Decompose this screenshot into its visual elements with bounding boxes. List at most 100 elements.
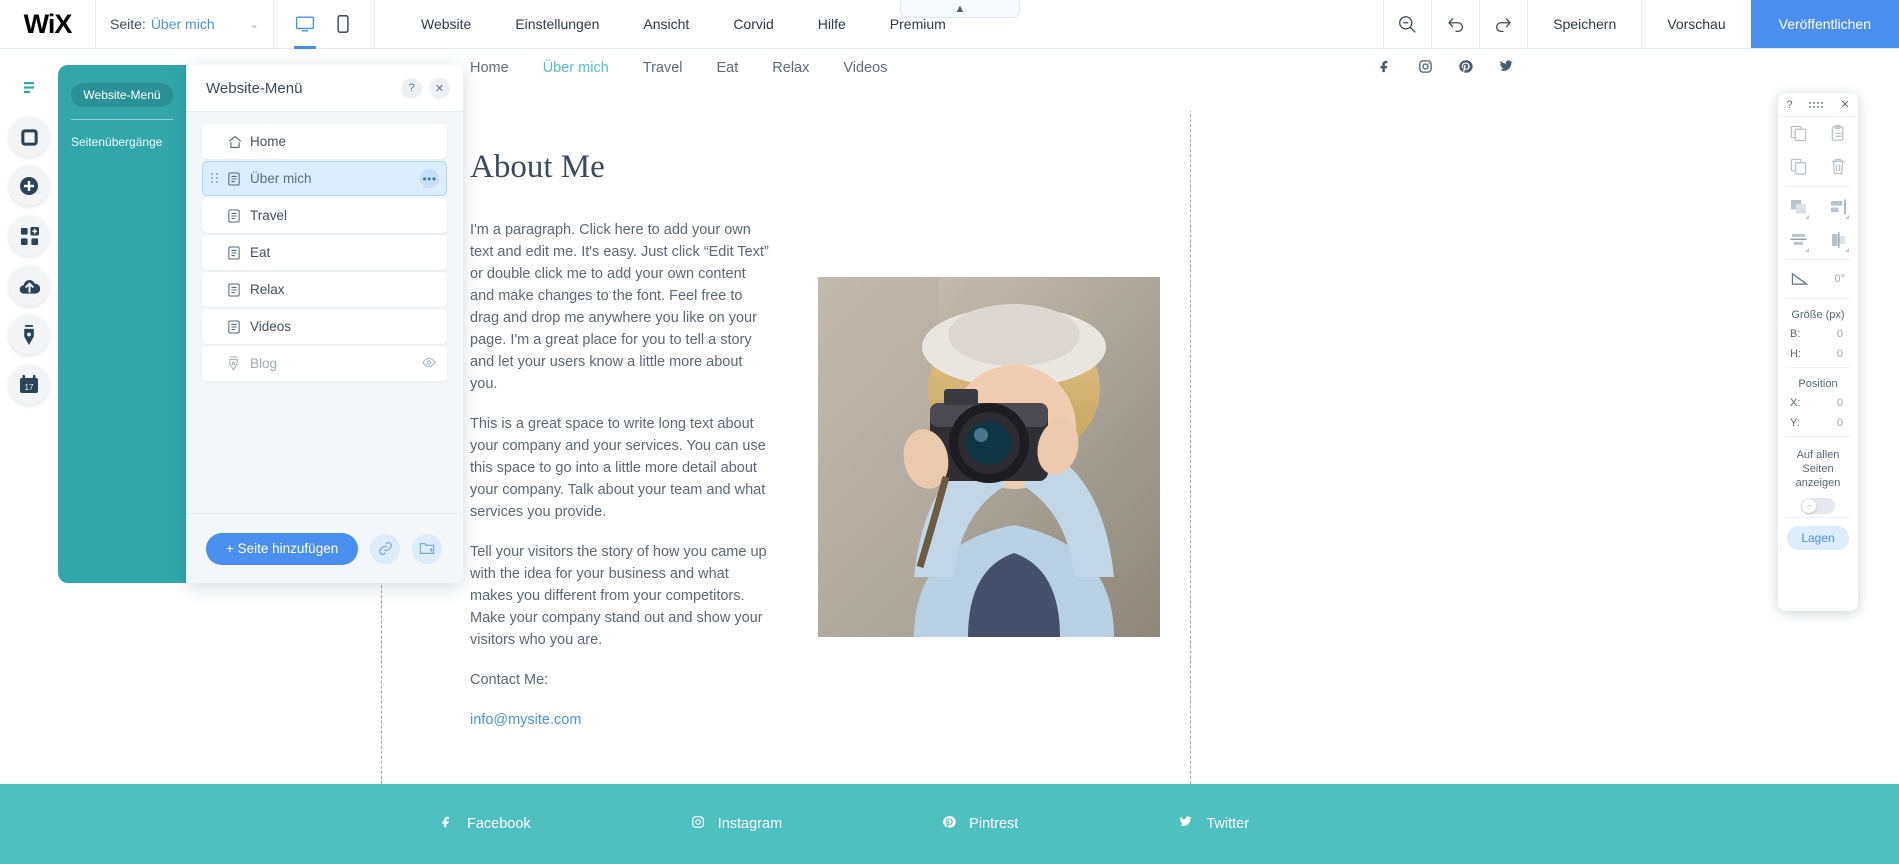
site-nav[interactable]: Home Über mich Travel Eat Relax Videos — [470, 60, 887, 76]
menu-einstellungen[interactable]: Einstellungen — [493, 0, 621, 48]
rail-item-background[interactable] — [9, 117, 49, 157]
twitter-icon[interactable] — [1498, 59, 1514, 77]
help-icon[interactable]: ? — [1786, 99, 1792, 111]
eye-hidden-icon[interactable] — [422, 356, 436, 371]
size-height-field[interactable]: H: 0 — [1778, 344, 1858, 364]
device-switcher[interactable] — [274, 0, 375, 49]
page-icon — [228, 171, 250, 186]
instagram-icon[interactable] — [1418, 59, 1433, 77]
site-nav-home[interactable]: Home — [470, 60, 509, 76]
preview-button[interactable]: Vorschau — [1641, 0, 1750, 48]
align-icon[interactable] — [1818, 190, 1858, 223]
page-more-options-icon[interactable]: ••• — [420, 169, 439, 188]
menu-ansicht[interactable]: Ansicht — [621, 0, 711, 48]
distribute-vertical-icon[interactable] — [1778, 223, 1818, 256]
contact-email-link[interactable]: info@mysite.com — [470, 712, 581, 728]
drag-handle-icon[interactable] — [211, 173, 218, 184]
rotate-angle-icon[interactable] — [1791, 270, 1809, 289]
page-row-eat[interactable]: Eat — [202, 235, 447, 270]
copy-icon[interactable] — [1778, 117, 1818, 150]
folder-add-icon[interactable] — [412, 533, 443, 564]
close-icon[interactable]: ✕ — [1840, 98, 1849, 111]
show-on-all-pages-toggle[interactable]: − — [1801, 498, 1835, 514]
toolbar-divider — [1785, 298, 1851, 299]
footer-link-twitter[interactable]: Twitter — [1178, 815, 1249, 833]
footer-link-instagram[interactable]: Instagram — [691, 815, 782, 833]
duplicate-icon[interactable] — [1778, 150, 1818, 183]
page-row-travel[interactable]: Travel — [202, 198, 447, 233]
desktop-icon[interactable] — [294, 9, 316, 49]
position-x-value[interactable]: 0 — [1837, 397, 1843, 409]
rail-item-pages[interactable] — [9, 68, 49, 108]
close-icon[interactable]: ✕ — [429, 77, 450, 99]
menu-hilfe[interactable]: Hilfe — [796, 0, 868, 48]
facebook-icon[interactable] — [1378, 59, 1393, 77]
size-width-field[interactable]: B: 0 — [1778, 324, 1858, 344]
site-social-bar[interactable] — [1378, 59, 1514, 77]
rail-item-blog[interactable] — [9, 315, 49, 355]
drag-handle-icon[interactable] — [1809, 101, 1824, 108]
distribute-horizontal-icon[interactable] — [1818, 223, 1858, 256]
site-nav-ueber-mich[interactable]: Über mich — [543, 60, 609, 76]
position-x-field[interactable]: X: 0 — [1778, 393, 1858, 413]
rotation-value[interactable]: 0° — [1834, 273, 1845, 285]
left-rail: 17 — [0, 49, 58, 864]
clipboard-actions — [1778, 117, 1858, 183]
tab-website-menu[interactable]: Website-Menü — [71, 83, 173, 107]
footer-link-pinterest[interactable]: Pintrest — [942, 815, 1018, 833]
page-row-home[interactable]: Home — [202, 124, 447, 159]
menu-bar[interactable]: Website Einstellungen Ansicht Corvid Hil… — [375, 0, 968, 48]
footer-link-facebook[interactable]: Facebook — [440, 815, 531, 833]
help-icon[interactable]: ? — [401, 77, 422, 99]
page-row-ueber-mich[interactable]: Über mich ••• — [202, 161, 447, 196]
rail-item-add[interactable] — [9, 166, 49, 206]
size-width-value[interactable]: 0 — [1837, 328, 1843, 340]
collapse-toolbar-tab[interactable]: ▲ — [900, 0, 1020, 18]
delete-icon[interactable] — [1818, 150, 1858, 183]
rail-item-media-upload[interactable] — [9, 266, 49, 306]
rail-item-bookings[interactable]: 17 — [9, 365, 49, 405]
site-nav-videos[interactable]: Videos — [843, 60, 887, 76]
size-height-value[interactable]: 0 — [1837, 348, 1843, 360]
layers-button[interactable]: Lagen — [1787, 526, 1849, 550]
page-photo[interactable] — [818, 277, 1160, 637]
toolbar-header: ? ✕ — [1778, 93, 1858, 117]
zoom-out-icon[interactable] — [1383, 0, 1431, 48]
page-label: Über mich — [250, 171, 312, 186]
tab-divider — [71, 119, 173, 120]
page-row-videos[interactable]: Videos — [202, 309, 447, 344]
site-nav-relax[interactable]: Relax — [772, 60, 809, 76]
menu-website[interactable]: Website — [399, 0, 493, 48]
page-row-relax[interactable]: Relax — [202, 272, 447, 307]
site-nav-eat[interactable]: Eat — [717, 60, 739, 76]
page-row-blog[interactable]: Blog — [202, 346, 447, 381]
publish-button[interactable]: Veröffentlichen — [1750, 0, 1899, 48]
panel-header: Website-Menü ? ✕ — [186, 65, 463, 112]
rail-item-apps[interactable] — [9, 216, 49, 256]
page-selector[interactable]: Seite: Über mich ⌄ — [96, 0, 274, 48]
position-y-field[interactable]: Y: 0 — [1778, 413, 1858, 433]
link-icon[interactable] — [370, 533, 401, 564]
page-title: About Me — [470, 149, 605, 185]
site-nav-travel[interactable]: Travel — [643, 60, 683, 76]
arrange-icon[interactable] — [1778, 190, 1818, 223]
position-y-value[interactable]: 0 — [1837, 417, 1843, 429]
mobile-icon[interactable] — [332, 9, 354, 39]
tab-page-transitions[interactable]: Seitenübergänge — [71, 135, 186, 149]
pages-list: Home Über mich ••• Travel Eat Relax Vide… — [186, 112, 463, 513]
svg-text:17: 17 — [25, 383, 34, 392]
menu-corvid[interactable]: Corvid — [711, 0, 795, 48]
add-page-button[interactable]: + Seite hinzufügen — [206, 532, 359, 565]
redo-icon[interactable] — [1479, 0, 1527, 48]
save-button[interactable]: Speichern — [1527, 0, 1641, 48]
wix-logo[interactable]: WiX — [0, 0, 96, 48]
undo-icon[interactable] — [1431, 0, 1479, 48]
page-body-text[interactable]: I'm a paragraph. Click here to add your … — [470, 219, 770, 749]
paste-icon[interactable] — [1818, 117, 1858, 150]
page-icon — [228, 245, 250, 260]
page-label: Home — [250, 134, 287, 149]
pinterest-icon[interactable] — [1458, 59, 1473, 77]
toolbar-divider — [1785, 436, 1851, 437]
instagram-icon — [691, 815, 705, 833]
chevron-down-icon[interactable]: ⌄ — [250, 18, 259, 31]
